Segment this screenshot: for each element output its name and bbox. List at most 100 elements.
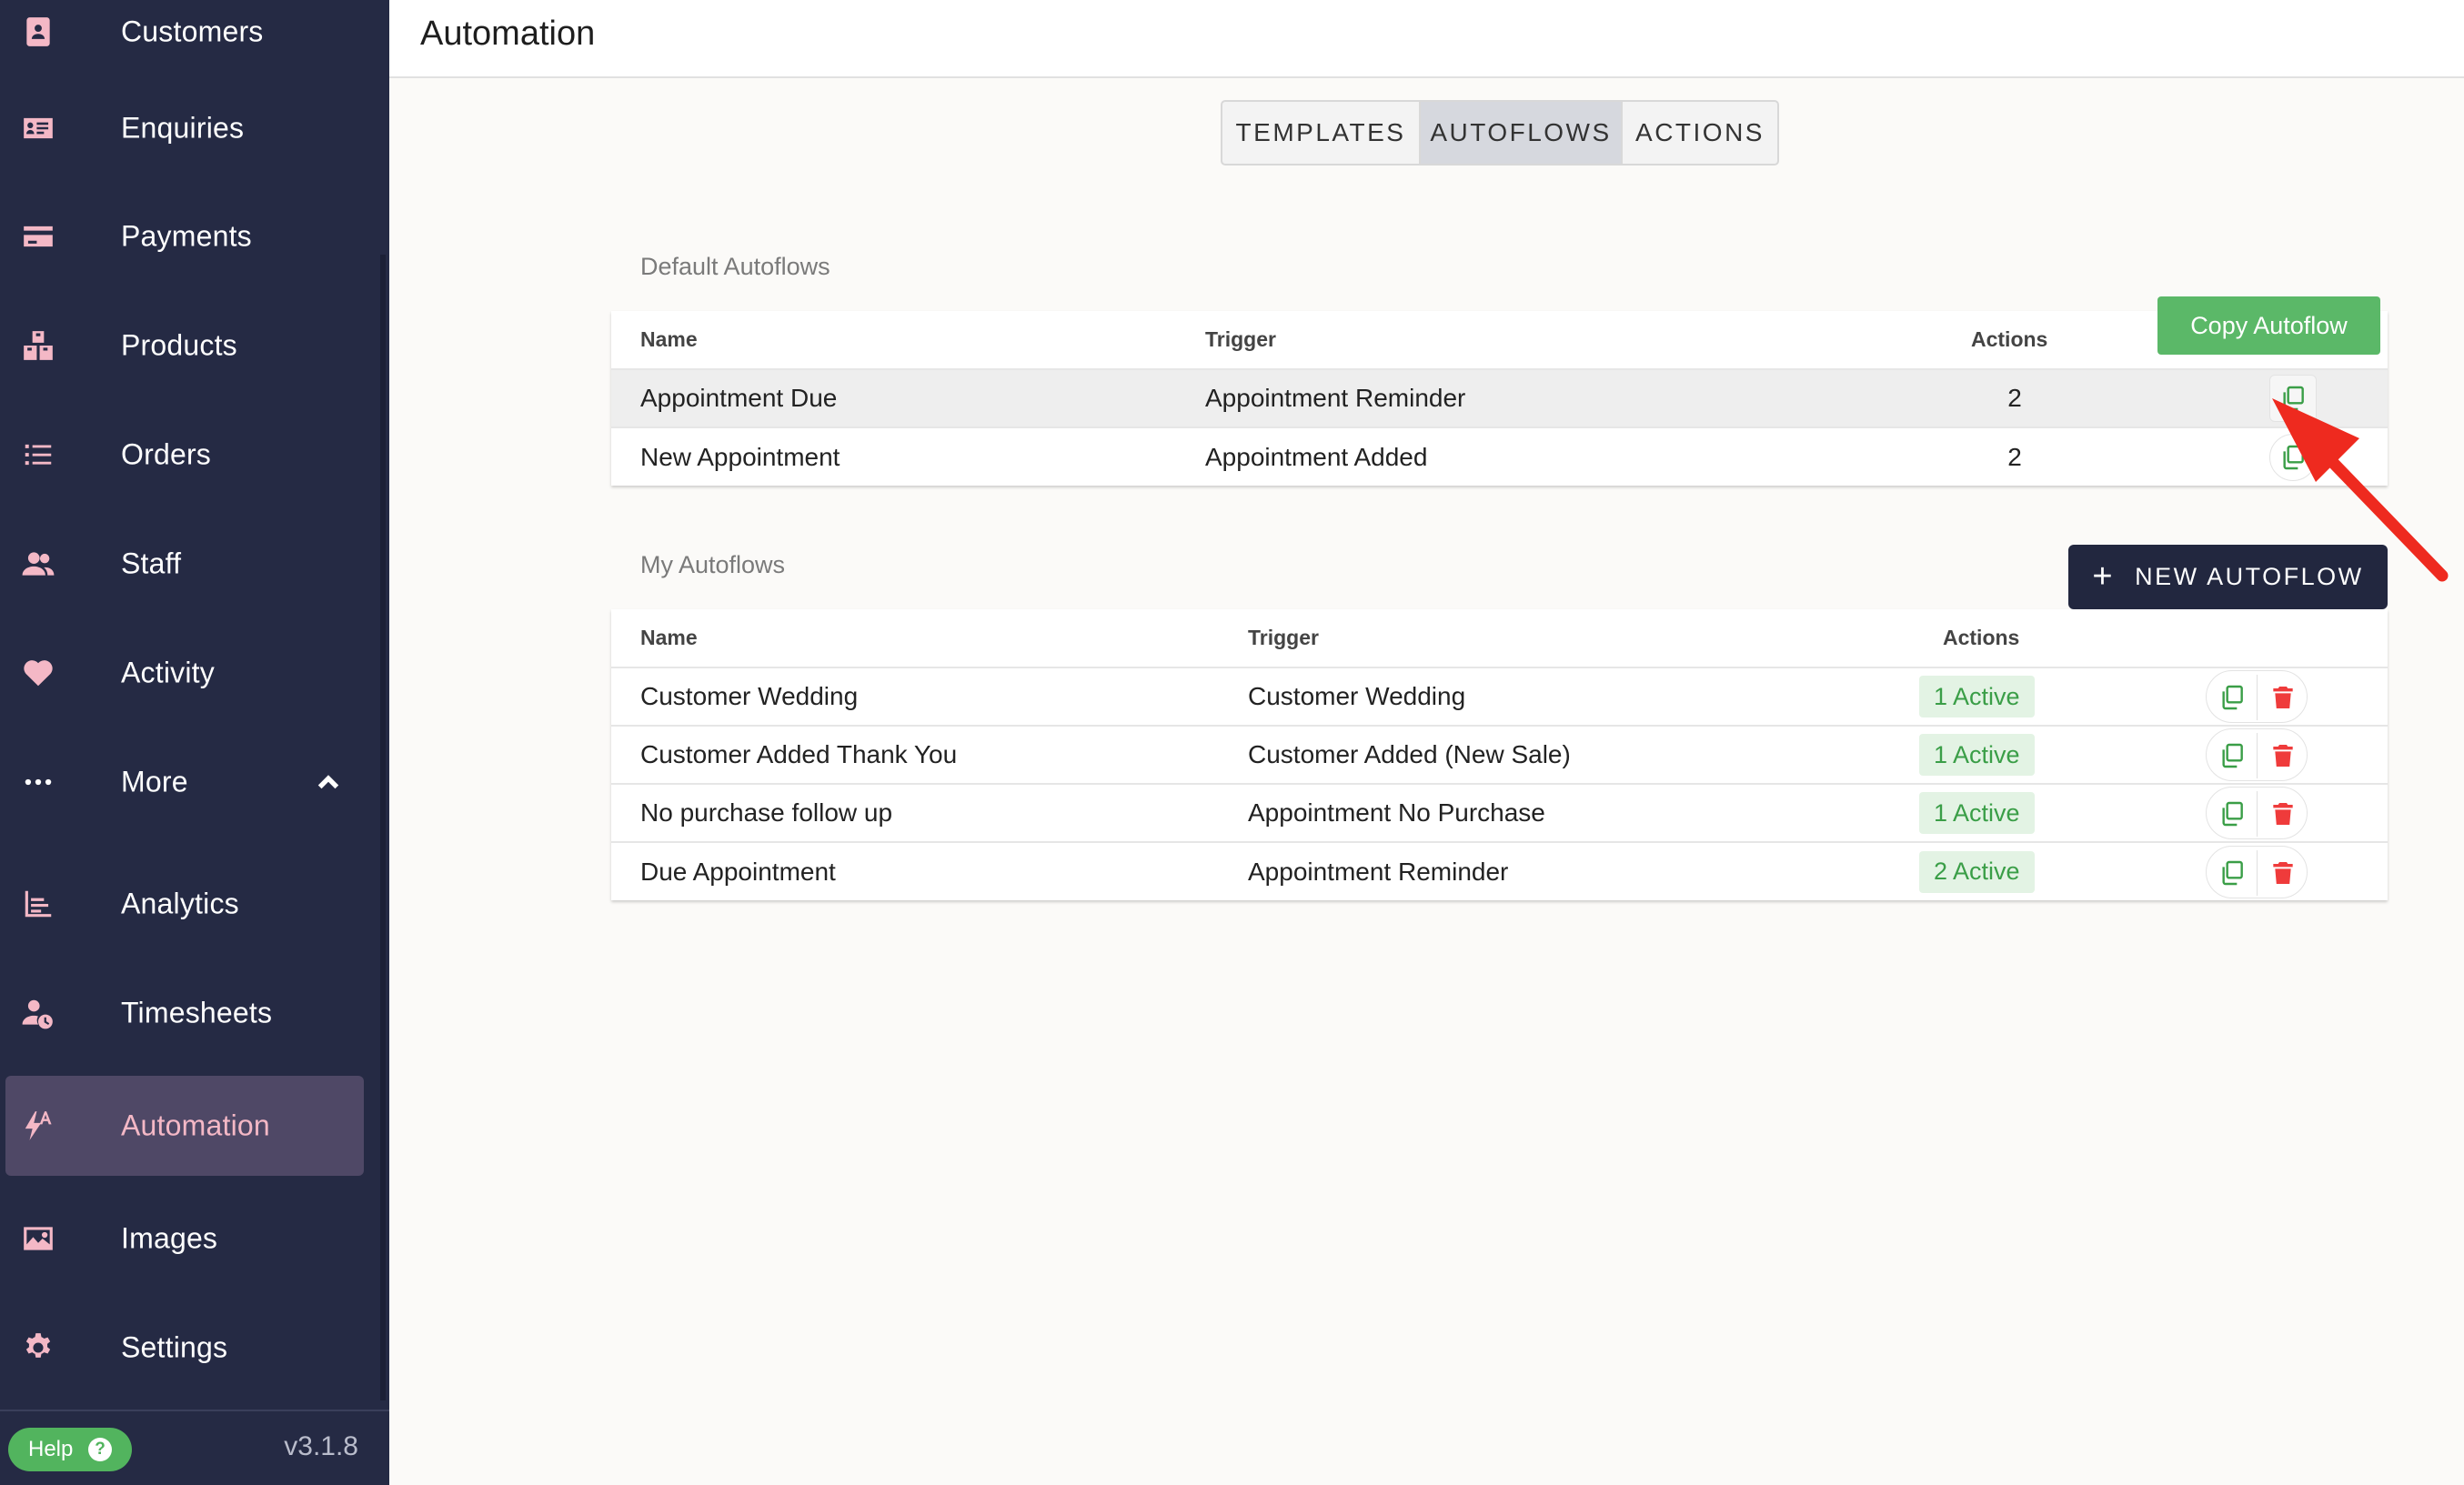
copy-icon bbox=[2222, 743, 2243, 768]
autoflow-name: No purchase follow up bbox=[640, 798, 893, 827]
row-actions bbox=[2206, 670, 2308, 723]
row-actions bbox=[2206, 845, 2308, 899]
table-row[interactable]: Customer Added Thank You Customer Added … bbox=[611, 725, 2388, 783]
bolt-a-icon bbox=[20, 1108, 56, 1144]
page-header: Automation bbox=[389, 0, 2464, 78]
sidebar-item-label: Customers bbox=[121, 15, 264, 48]
heart-pulse-icon bbox=[20, 655, 56, 691]
autoflow-name: New Appointment bbox=[640, 442, 840, 471]
column-header-actions: Actions bbox=[1943, 626, 2020, 649]
column-header-trigger: Trigger bbox=[1205, 327, 1276, 351]
sidebar-item-products[interactable]: Products bbox=[0, 296, 389, 396]
plus-icon: + bbox=[2092, 557, 2116, 596]
autoflow-trigger: Appointment No Purchase bbox=[1248, 798, 1545, 827]
help-label: Help bbox=[28, 1437, 74, 1461]
automation-tabs: TEMPLATES AUTOFLOWS ACTIONS bbox=[1221, 100, 1779, 166]
sidebar-item-label: Timesheets bbox=[121, 996, 273, 1029]
sidebar-item-orders[interactable]: Orders bbox=[0, 405, 389, 505]
active-badge: 2 Active bbox=[1919, 850, 2035, 893]
autoflow-actions-count: 2 bbox=[2007, 442, 2022, 471]
default-autoflows-title: Default Autoflows bbox=[640, 253, 830, 280]
sidebar-item-activity[interactable]: Activity bbox=[0, 623, 389, 723]
chevron-up-icon[interactable] bbox=[314, 768, 343, 797]
delete-autoflow-button[interactable] bbox=[2258, 788, 2308, 840]
sidebar: Customers Enquiries Payments Products Or… bbox=[0, 0, 389, 1485]
delete-autoflow-button[interactable] bbox=[2258, 847, 2308, 899]
sidebar-item-label: Settings bbox=[121, 1330, 228, 1364]
sidebar-item-label: Staff bbox=[121, 547, 182, 580]
autoflow-trigger: Appointment Reminder bbox=[1205, 384, 1466, 412]
annotation-arrow-icon bbox=[2272, 398, 2449, 582]
sidebar-item-payments[interactable]: Payments bbox=[0, 186, 389, 286]
autoflow-name: Appointment Due bbox=[640, 384, 838, 412]
sidebar-item-label: Automation bbox=[121, 1109, 270, 1142]
sidebar-item-label: Activity bbox=[121, 656, 215, 689]
bar-chart-icon bbox=[20, 886, 56, 922]
sidebar-item-label: Orders bbox=[121, 437, 211, 471]
sidebar-item-label: Enquiries bbox=[121, 111, 245, 145]
image-icon bbox=[20, 1220, 56, 1257]
version-label: v3.1.8 bbox=[284, 1431, 358, 1461]
table-row[interactable]: Due Appointment Appointment Reminder 2 A… bbox=[611, 841, 2388, 900]
help-button[interactable]: Help ? bbox=[8, 1428, 132, 1471]
tab-autoflows[interactable]: AUTOFLOWS bbox=[1421, 102, 1623, 164]
sidebar-item-label: Analytics bbox=[121, 887, 239, 920]
enquiry-card-icon bbox=[20, 110, 56, 146]
autoflow-trigger: Appointment Reminder bbox=[1248, 857, 1509, 886]
table-row[interactable]: Appointment Due Appointment Reminder 2 bbox=[611, 368, 2388, 426]
autoflow-trigger: Customer Added (New Sale) bbox=[1248, 740, 1571, 768]
tab-templates[interactable]: TEMPLATES bbox=[1222, 102, 1421, 164]
sidebar-item-staff[interactable]: Staff bbox=[0, 514, 389, 614]
my-autoflows-title: My Autoflows bbox=[640, 551, 786, 578]
copy-autoflow-button[interactable] bbox=[2207, 847, 2258, 899]
ellipsis-icon bbox=[20, 764, 56, 800]
autoflow-trigger: Appointment Added bbox=[1205, 442, 1428, 471]
column-header-name: Name bbox=[640, 626, 698, 649]
user-clock-icon bbox=[20, 995, 56, 1031]
list-icon bbox=[20, 436, 56, 473]
copy-autoflow-button[interactable] bbox=[2207, 729, 2258, 782]
copy-icon bbox=[2222, 685, 2243, 710]
sidebar-item-label: Images bbox=[121, 1221, 218, 1255]
copy-icon bbox=[2222, 801, 2243, 827]
my-autoflows-table: Name Trigger Actions Customer Wedding Cu… bbox=[611, 609, 2388, 900]
sidebar-item-automation[interactable]: Automation bbox=[5, 1076, 364, 1176]
copy-autoflow-button[interactable] bbox=[2207, 788, 2258, 840]
sidebar-item-analytics[interactable]: Analytics bbox=[0, 854, 389, 954]
customer-icon bbox=[20, 14, 56, 50]
delete-autoflow-button[interactable] bbox=[2258, 671, 2308, 724]
copy-autoflow-button[interactable] bbox=[2207, 671, 2258, 724]
row-actions bbox=[2206, 728, 2308, 781]
sidebar-item-more[interactable]: More bbox=[0, 732, 389, 832]
sidebar-item-enquiries[interactable]: Enquiries bbox=[0, 78, 389, 178]
trash-icon bbox=[2273, 687, 2293, 708]
column-header-name: Name bbox=[640, 327, 698, 351]
sidebar-footer: Help ? v3.1.8 bbox=[0, 1410, 389, 1485]
autoflow-actions-count: 2 bbox=[2007, 384, 2022, 412]
autoflow-name: Customer Wedding bbox=[640, 682, 859, 710]
trash-icon bbox=[2273, 861, 2293, 884]
sidebar-item-settings[interactable]: Settings bbox=[0, 1298, 389, 1398]
row-actions bbox=[2206, 787, 2308, 839]
tab-actions[interactable]: ACTIONS bbox=[1623, 102, 1777, 164]
table-row[interactable]: Customer Wedding Customer Wedding 1 Acti… bbox=[611, 667, 2388, 725]
default-autoflows-table: Name Trigger Actions Appointment Due App… bbox=[611, 311, 2388, 486]
sidebar-item-label: More bbox=[121, 765, 188, 798]
autoflow-trigger: Customer Wedding bbox=[1248, 682, 1466, 710]
active-badge: 1 Active bbox=[1919, 734, 2035, 776]
autoflow-name: Customer Added Thank You bbox=[640, 740, 958, 768]
column-header-trigger: Trigger bbox=[1248, 626, 1319, 649]
active-badge: 1 Active bbox=[1919, 676, 2035, 717]
sidebar-item-timesheets[interactable]: Timesheets bbox=[0, 963, 389, 1063]
delete-autoflow-button[interactable] bbox=[2258, 729, 2308, 782]
autoflow-name: Due Appointment bbox=[640, 857, 836, 886]
column-header-actions: Actions bbox=[1971, 327, 2048, 351]
table-row[interactable]: No purchase follow up Appointment No Pur… bbox=[611, 783, 2388, 841]
question-circle-icon: ? bbox=[88, 1438, 112, 1461]
trash-icon bbox=[2273, 803, 2293, 825]
sidebar-item-images[interactable]: Images bbox=[0, 1189, 389, 1289]
sidebar-item-label: Products bbox=[121, 328, 237, 362]
table-row[interactable]: New Appointment Appointment Added 2 bbox=[611, 426, 2388, 486]
sidebar-item-customers[interactable]: Customers bbox=[0, 0, 389, 82]
active-badge: 1 Active bbox=[1919, 792, 2035, 834]
